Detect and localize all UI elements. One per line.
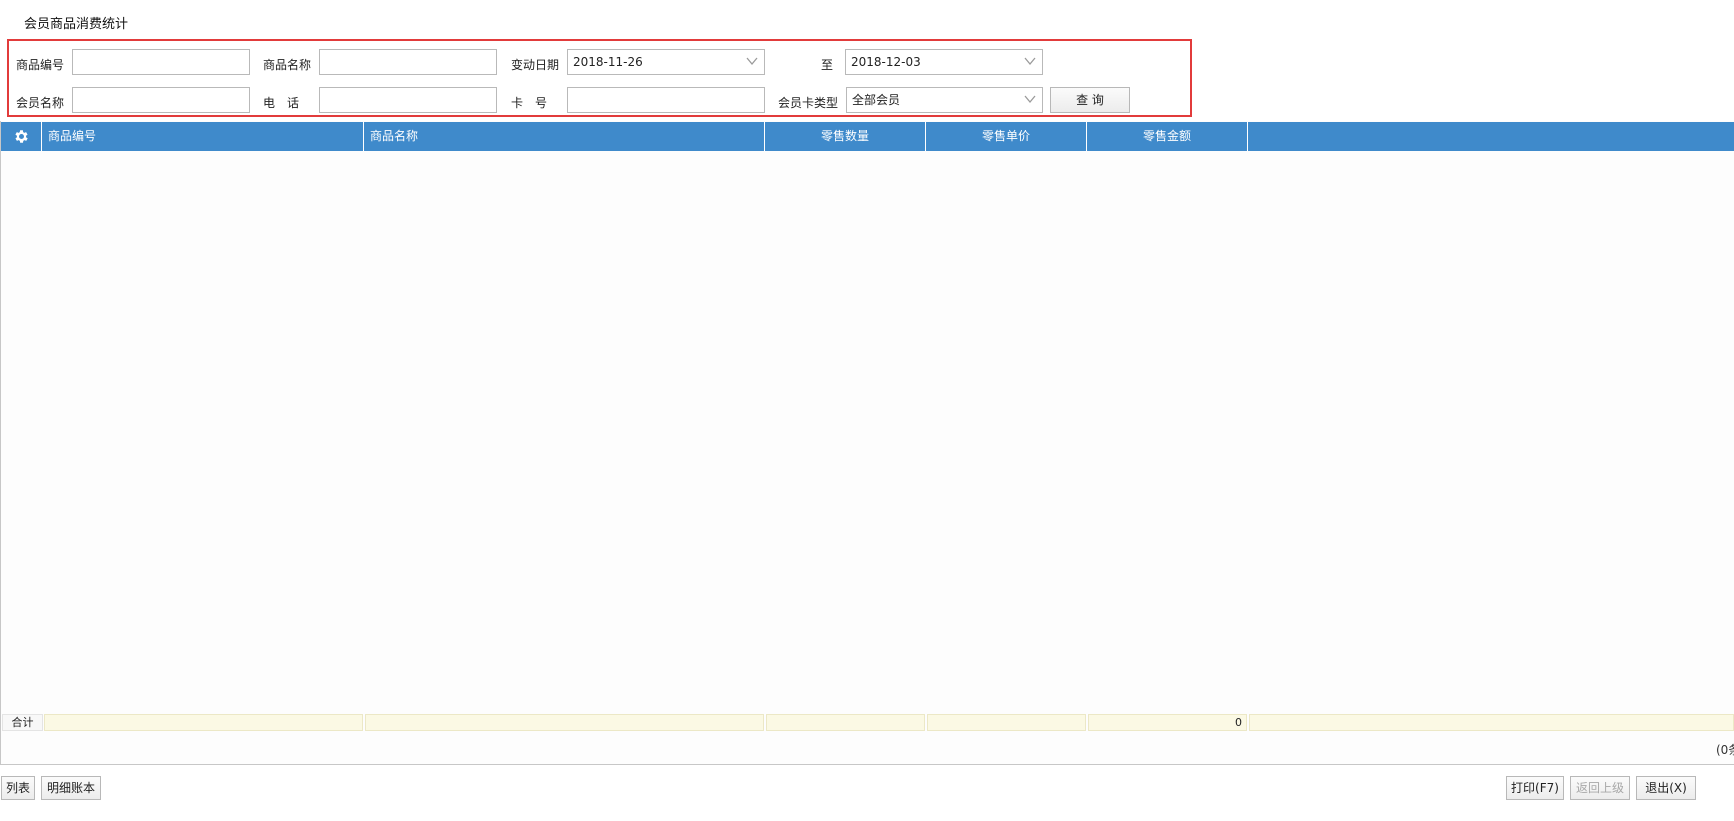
phone-label: 电 话 [263,96,300,110]
list-button[interactable]: 列表 [1,776,35,800]
summary-cell [1249,714,1734,731]
chevron-down-icon [746,57,758,66]
date-to-value: 2018-12-03 [851,55,921,69]
page-title: 会员商品消费统计 [24,17,129,32]
summary-row: 合计 0 [1,713,1734,732]
product-name-input[interactable] [319,49,497,75]
summary-cell [365,714,764,731]
product-code-label: 商品编号 [16,58,65,72]
column-header-retail-qty[interactable]: 零售数量 [765,122,926,151]
grid-header: 商品编号 商品名称 零售数量 零售单价 零售金额 [1,122,1734,151]
phone-input[interactable] [319,87,497,113]
product-name-label: 商品名称 [263,58,312,72]
date-to-select[interactable]: 2018-12-03 [845,49,1043,75]
gear-icon [14,130,28,143]
column-header-retail-amount[interactable]: 零售金额 [1087,122,1248,151]
column-header-retail-price[interactable]: 零售单价 [926,122,1087,151]
summary-label: 合计 [2,714,43,731]
column-settings-button[interactable] [1,122,42,151]
card-type-value: 全部会员 [852,93,901,107]
to-label: 至 [821,58,834,72]
member-name-label: 会员名称 [16,96,65,110]
column-header-product-name[interactable]: 商品名称 [364,122,765,151]
date-label: 变动日期 [511,58,560,72]
query-button[interactable]: 查 询 [1050,87,1130,113]
detail-ledger-button[interactable]: 明细账本 [41,776,101,800]
date-from-value: 2018-11-26 [573,55,643,69]
card-number-input[interactable] [567,87,765,113]
summary-amount: 0 [1088,714,1247,731]
exit-button[interactable]: 退出(X) [1636,776,1696,800]
member-name-input[interactable] [72,87,250,113]
column-header-product-code[interactable]: 商品编号 [42,122,364,151]
summary-cell [44,714,363,731]
product-code-input[interactable] [72,49,250,75]
pager-info: (0条 [1716,743,1734,757]
back-button[interactable]: 返回上级 [1570,776,1630,800]
chevron-down-icon [1024,57,1036,66]
summary-cell [766,714,925,731]
card-type-select[interactable]: 全部会员 [846,87,1043,113]
card-number-label: 卡 号 [511,96,548,110]
summary-cell [927,714,1086,731]
date-from-select[interactable]: 2018-11-26 [567,49,765,75]
card-type-label: 会员卡类型 [778,96,839,110]
data-grid [0,121,1734,765]
chevron-down-icon [1024,95,1036,104]
print-button[interactable]: 打印(F7) [1506,776,1564,800]
